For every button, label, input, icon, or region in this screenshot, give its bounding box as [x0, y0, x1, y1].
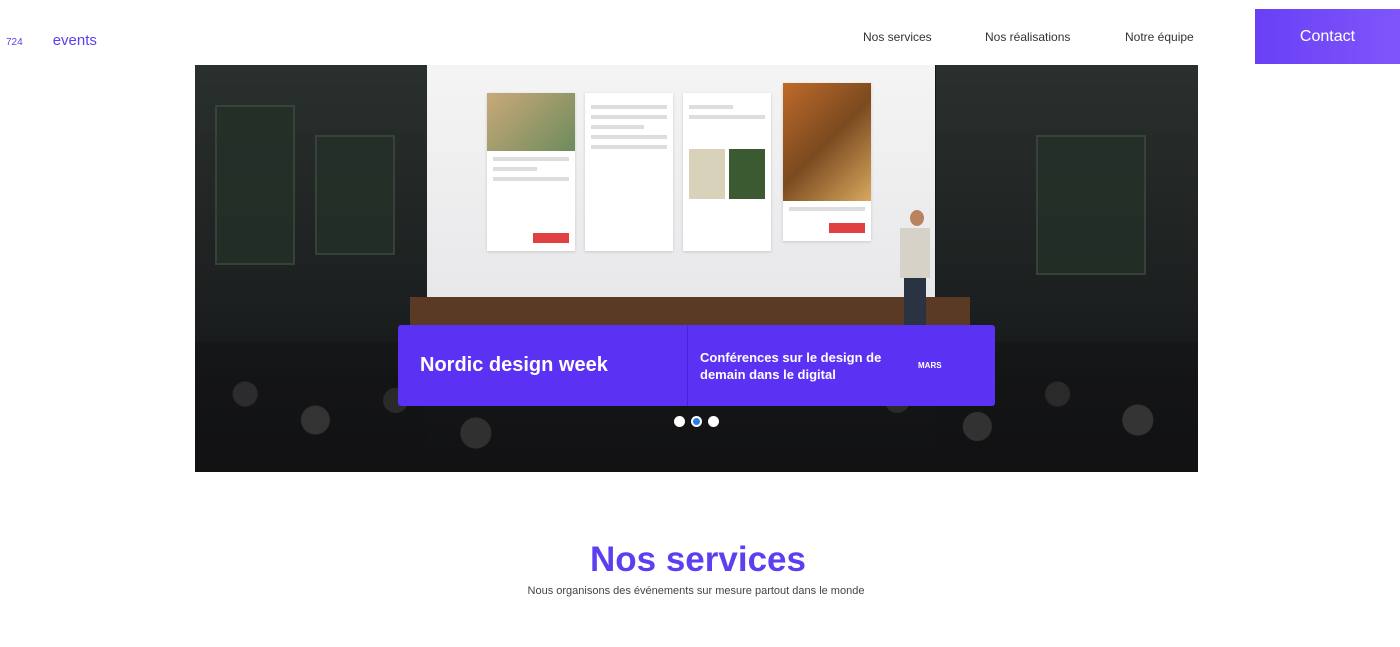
slide-caption[interactable]: Nordic design week Conférences sur le de… [398, 325, 995, 406]
nav-item-equipe[interactable]: Notre équipe [1125, 30, 1194, 44]
screen-card [487, 93, 575, 251]
logo-name: events [52, 32, 97, 49]
slide-description: Conférences sur le design de demain dans… [700, 349, 882, 382]
logo[interactable]: 724 events [6, 32, 97, 49]
slider-dot-3[interactable] [708, 416, 719, 427]
speaker [900, 210, 934, 330]
screen-card [783, 83, 871, 241]
slide-title: Nordic design week [398, 325, 688, 406]
services-subtitle: Nous organisons des événements sur mesur… [527, 585, 865, 597]
nav-item-realisations[interactable]: Nos réalisations [985, 30, 1070, 44]
hero-slider: Nordic design week Conférences sur le de… [195, 65, 1198, 472]
logo-number: 724 [6, 37, 23, 48]
screen-card [585, 93, 673, 251]
presentation-screen [427, 65, 935, 317]
slider-dot-1[interactable] [674, 416, 685, 427]
slide-month: MARS [918, 361, 942, 370]
slider-dot-2[interactable] [691, 416, 702, 427]
contact-button[interactable]: Contact [1255, 9, 1400, 64]
nav-item-services[interactable]: Nos services [863, 30, 932, 44]
stage [410, 297, 970, 325]
services-title: Nos services [590, 540, 806, 579]
screen-card [683, 93, 771, 251]
slider-dots [674, 416, 719, 427]
